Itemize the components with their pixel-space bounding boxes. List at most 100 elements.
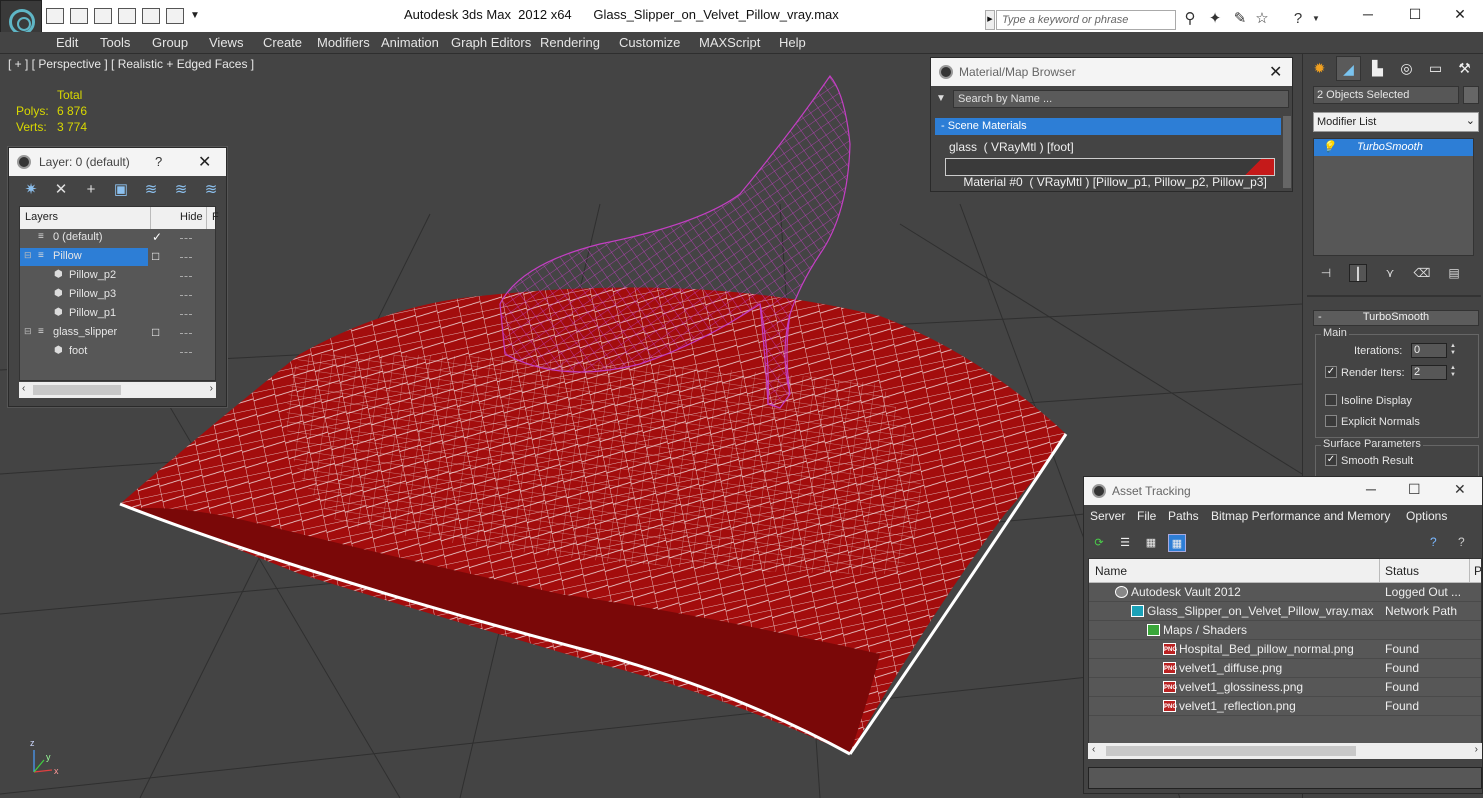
layer-close-button[interactable]: ✕ (198, 152, 211, 172)
minimize-button[interactable]: ─ (1345, 4, 1391, 28)
set-current-layer-icon[interactable]: □ (152, 249, 159, 263)
make-unique-icon[interactable]: ⋎ (1381, 264, 1399, 282)
menu-paths[interactable]: Paths (1168, 509, 1199, 523)
col-name[interactable]: Name (1095, 564, 1127, 578)
menu-tools[interactable]: Tools (100, 35, 130, 50)
material-item-glass[interactable]: glass ( VRayMtl ) [foot] (945, 138, 1275, 156)
scroll-right-icon[interactable]: › (1475, 744, 1478, 755)
hide-toggle[interactable] (180, 295, 192, 296)
asset-row-png[interactable]: PNG Hospital_Bed_pillow_normal.png Found (1089, 640, 1481, 659)
maximize-button[interactable]: ☐ (1408, 481, 1421, 498)
menu-options[interactable]: Options (1406, 509, 1447, 523)
modifier-list-dropdown[interactable]: Modifier List ⌄ (1313, 112, 1479, 132)
scene-materials-group[interactable]: - Scene Materials (935, 118, 1281, 135)
new-file-icon[interactable] (94, 8, 112, 24)
collapse-icon[interactable]: ⊟ (24, 250, 32, 261)
menu-create[interactable]: Create (263, 35, 302, 50)
current-layer-check-icon[interactable]: ✓ (152, 230, 162, 244)
lightbulb-icon[interactable]: 💡 (1322, 140, 1336, 153)
scroll-thumb[interactable] (33, 385, 121, 395)
undo-icon[interactable] (142, 8, 160, 24)
settings-help-icon[interactable]: ? (1458, 535, 1465, 549)
new-layer-icon[interactable]: ✷ (21, 180, 41, 200)
asset-horizontal-scrollbar[interactable]: ‹ › (1088, 743, 1482, 759)
table-view-icon[interactable]: ▦ (1168, 534, 1186, 552)
add-to-layer-icon[interactable]: + (81, 180, 101, 200)
remove-modifier-icon[interactable]: ⌫ (1413, 264, 1431, 282)
spinner-arrows-icon[interactable]: ▲ ▼ (1448, 343, 1458, 358)
menu-group[interactable]: Group (152, 35, 188, 50)
subscription-icon[interactable]: ✦ (1205, 10, 1225, 28)
menu-animation[interactable]: Animation (381, 35, 439, 50)
spinner-arrows-icon[interactable]: ▲ ▼ (1448, 365, 1458, 380)
menu-server[interactable]: Server (1090, 509, 1125, 523)
hide-toggle[interactable] (180, 276, 192, 277)
col-status[interactable]: Status (1385, 564, 1419, 578)
freeze-all-icon[interactable]: ≋ (201, 180, 221, 200)
material-browser-close-button[interactable]: ✕ (1269, 62, 1282, 82)
browser-options-icon[interactable]: ▼ (936, 93, 946, 104)
collapse-icon[interactable]: ⊟ (24, 326, 32, 337)
menu-customize[interactable]: Customize (619, 35, 680, 50)
redo-icon[interactable] (166, 8, 184, 24)
menu-file[interactable]: File (1137, 509, 1156, 523)
explicit-normals-checkbox[interactable] (1325, 415, 1337, 427)
close-button[interactable]: ✕ (1437, 4, 1483, 28)
layer-row-pillow-p3[interactable]: ⬢ Pillow_p3 (20, 286, 215, 305)
close-button[interactable]: ✕ (1454, 481, 1466, 498)
turbosmooth-rollout-header[interactable]: - TurboSmooth (1313, 310, 1479, 326)
asset-row-max-file[interactable]: Glass_Slipper_on_Velvet_Pillow_vray.max … (1089, 602, 1481, 621)
hide-toggle[interactable] (180, 257, 192, 258)
help-dropdown-icon[interactable]: ▼ (1306, 10, 1326, 28)
layer-row-glass-slipper[interactable]: ⊟ ≡ glass_slipper □ (20, 324, 215, 343)
viewport-label[interactable]: [ + ] [ Perspective ] [ Realistic + Edge… (8, 57, 254, 71)
scroll-left-icon[interactable]: ‹ (22, 383, 25, 394)
asset-row-png[interactable]: PNG velvet1_reflection.png Found (1089, 697, 1481, 716)
isoline-display-checkbox[interactable] (1325, 394, 1337, 406)
asset-tracking-titlebar[interactable]: Asset Tracking ─ ☐ ✕ (1084, 477, 1482, 505)
menu-bitmap-performance[interactable]: Bitmap Performance and Memory (1211, 509, 1390, 523)
help-icon[interactable]: ? (1430, 535, 1437, 549)
pin-stack-icon[interactable]: ⊣ (1317, 264, 1335, 282)
menu-rendering[interactable]: Rendering (540, 35, 600, 50)
open-file-icon[interactable] (46, 8, 64, 24)
menu-graph-editors[interactable]: Graph Editors (451, 35, 531, 50)
menu-maxscript[interactable]: MAXScript (699, 35, 760, 50)
refresh-icon[interactable]: ⟳ (1090, 534, 1108, 552)
asset-row-vault[interactable]: Autodesk Vault 2012 Logged Out ... (1089, 583, 1481, 602)
hide-toggle[interactable] (180, 352, 192, 353)
quick-access-dropdown-icon[interactable]: ▼ (190, 8, 202, 24)
layer-row-pillow-p2[interactable]: ⬢ Pillow_p2 (20, 267, 215, 286)
asset-table[interactable]: Name Status P Autodesk Vault 2012 Logged… (1088, 558, 1482, 748)
asset-row-maps[interactable]: Maps / Shaders (1089, 621, 1481, 640)
list-view-icon[interactable]: ☰ (1116, 534, 1134, 552)
scroll-thumb[interactable] (1106, 746, 1356, 756)
configure-modifier-sets-icon[interactable]: ▤ (1445, 264, 1463, 282)
help-icon[interactable]: ? (1288, 10, 1308, 28)
asset-row-png[interactable]: PNG velvet1_glossiness.png Found (1089, 678, 1481, 697)
layer-dialog-titlebar[interactable]: Layer: 0 (default) ? ✕ (9, 148, 226, 176)
search-expand-icon[interactable]: ▶ (985, 10, 995, 30)
utilities-tab-icon[interactable]: ⚒ (1452, 56, 1477, 81)
object-name-field[interactable]: 2 Objects Selected (1313, 86, 1459, 104)
maximize-button[interactable]: ☐ (1392, 4, 1438, 28)
modify-tab-icon[interactable]: ◢ (1336, 56, 1361, 81)
layer-row-default[interactable]: ≡ 0 (default) ✓ (20, 229, 215, 248)
scroll-right-icon[interactable]: › (210, 383, 213, 394)
select-objects-icon[interactable]: ▣ (111, 180, 131, 200)
menu-edit[interactable]: Edit (56, 35, 78, 50)
menu-help[interactable]: Help (779, 35, 806, 50)
layer-row-foot[interactable]: ⬢ foot (20, 343, 215, 362)
material-browser-titlebar[interactable]: Material/Map Browser ✕ (931, 58, 1292, 86)
hide-toggle[interactable] (180, 333, 192, 334)
col-freeze[interactable]: F (212, 211, 219, 223)
modifier-stack-item[interactable]: 💡 TurboSmooth (1314, 139, 1473, 156)
iterations-spinner[interactable]: 0 (1411, 343, 1447, 358)
hide-all-icon[interactable]: ≋ (171, 180, 191, 200)
menu-views[interactable]: Views (209, 35, 243, 50)
scroll-left-icon[interactable]: ‹ (1092, 744, 1095, 755)
motion-tab-icon[interactable]: ◎ (1394, 56, 1419, 81)
object-color-swatch[interactable] (1463, 86, 1479, 104)
show-end-result-icon[interactable]: ┃ (1349, 264, 1367, 282)
col-layers[interactable]: Layers (25, 211, 58, 223)
